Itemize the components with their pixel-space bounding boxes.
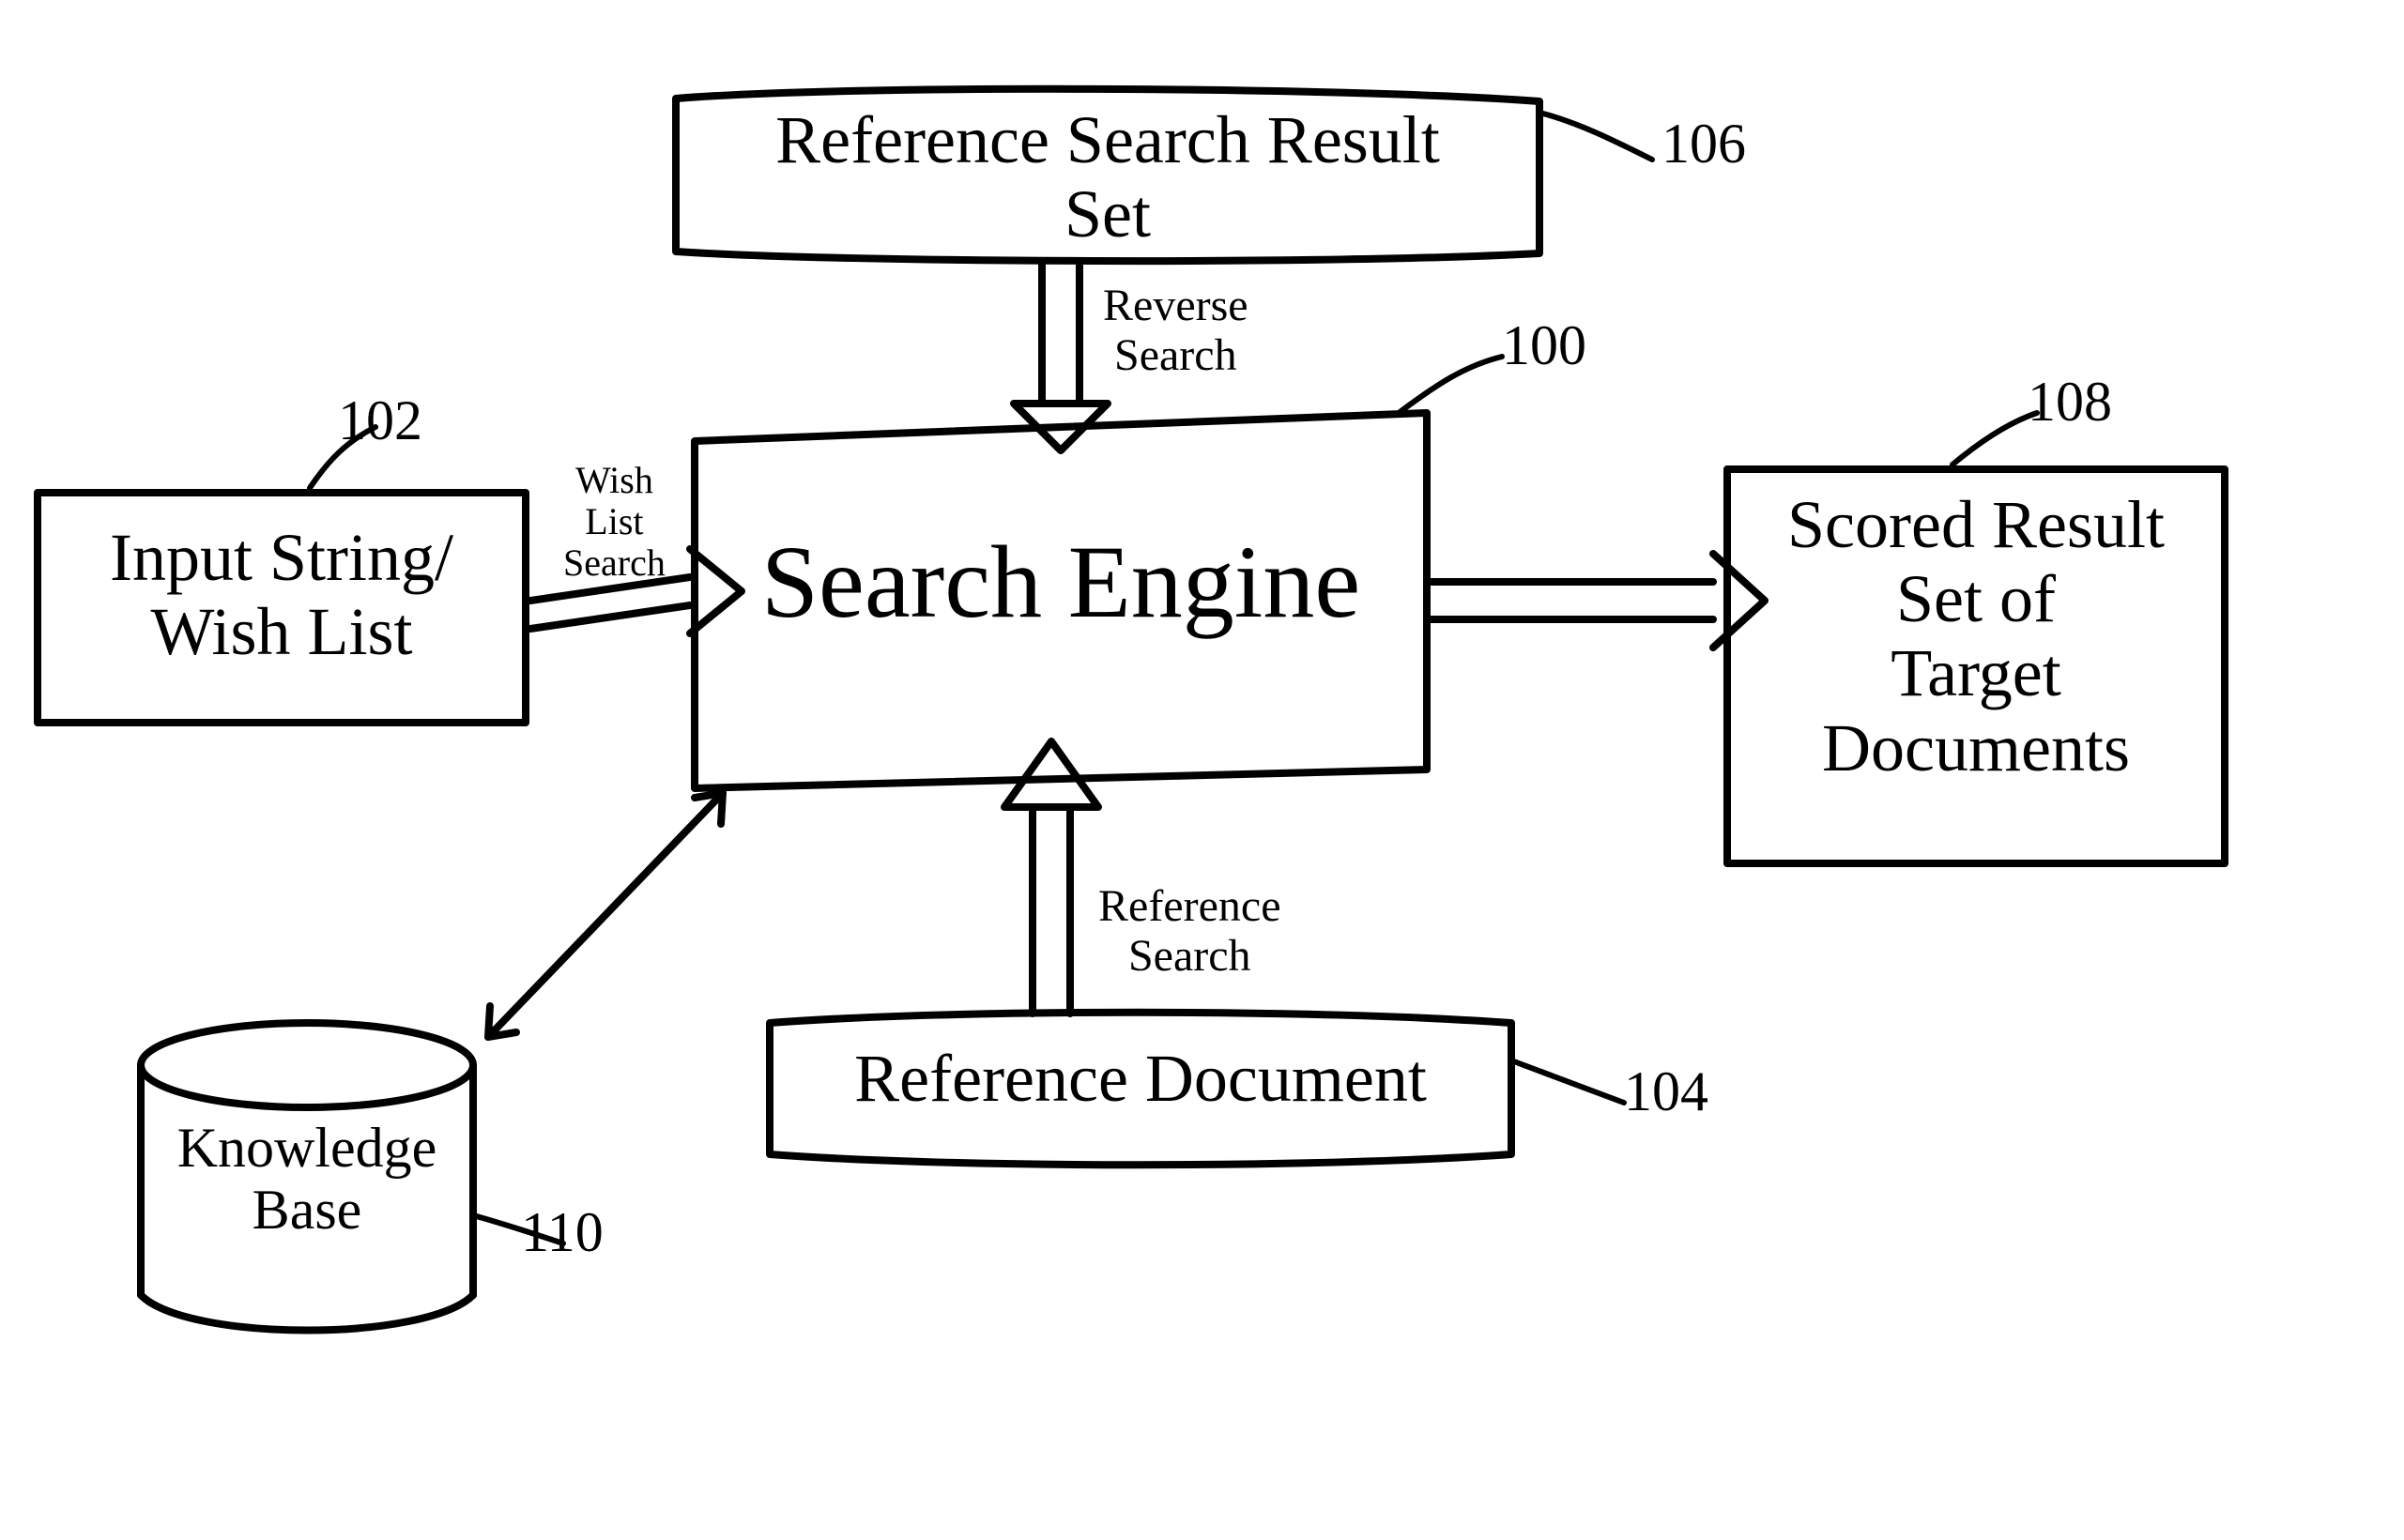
edge-label-reverse-search: Reverse Search xyxy=(1103,282,1248,381)
label-scored-result-set: Scored Result Set of Target Documents xyxy=(1737,488,2215,785)
diagram-canvas: Reference Search Result Set Input String… xyxy=(0,0,2404,1540)
label-input-string-wish-list: Input String/ Wish List xyxy=(47,521,516,669)
label-reference-search-result-set: Reference Search Result Set xyxy=(676,103,1539,252)
ref-108: 108 xyxy=(2028,371,2112,433)
label-knowledge-base: Knowledge Base xyxy=(141,1117,473,1241)
edge-label-reference-search: Reference Search xyxy=(1098,882,1281,982)
ref-leader-104 xyxy=(1511,1060,1624,1103)
arrow-to-scored-result xyxy=(1432,554,1765,648)
ref-110: 110 xyxy=(521,1201,604,1263)
arrow-knowledge-base-link xyxy=(488,793,723,1037)
edge-label-wish-list-search: Wish List Search xyxy=(563,460,666,584)
ref-leader-108 xyxy=(1952,413,2037,465)
label-reference-document: Reference Document xyxy=(779,1042,1502,1116)
arrow-reverse-search xyxy=(1014,263,1108,450)
ref-104: 104 xyxy=(1624,1060,1708,1122)
ref-100: 100 xyxy=(1502,314,1586,376)
ref-leader-106 xyxy=(1539,113,1652,160)
ref-106: 106 xyxy=(1661,113,1746,175)
label-search-engine: Search Engine xyxy=(713,526,1408,639)
ref-102: 102 xyxy=(338,389,422,451)
ref-leader-100 xyxy=(1399,357,1502,413)
